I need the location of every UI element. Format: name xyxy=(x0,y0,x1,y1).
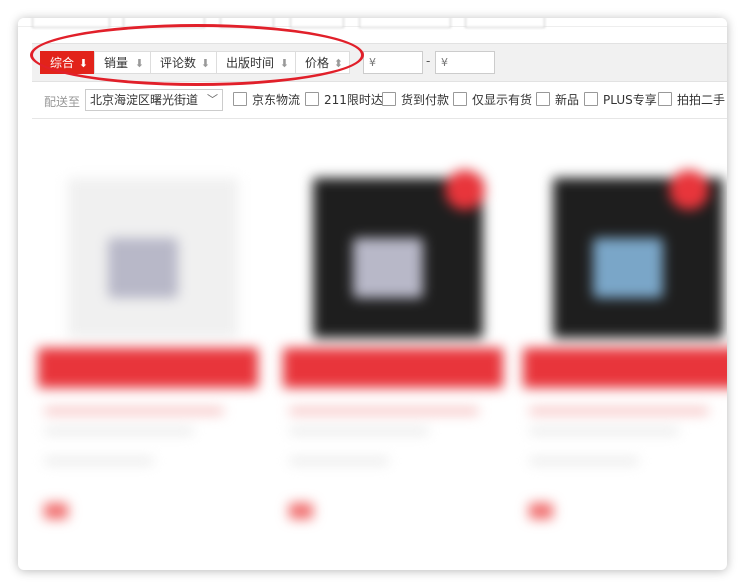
checkbox-cash-on-delivery[interactable]: 货到付款 xyxy=(382,92,449,108)
checkbox-box[interactable] xyxy=(584,92,598,106)
sort-sales-button[interactable]: 销量 ⬇ xyxy=(94,51,151,74)
chevron-down-icon: ﹀ xyxy=(207,93,218,106)
checkbox-jd-logistics[interactable]: 京东物流 xyxy=(233,92,300,108)
checkbox-box[interactable] xyxy=(658,92,672,106)
blurred-filter-tab[interactable] xyxy=(32,18,110,28)
product-meta-placeholder xyxy=(44,458,154,464)
product-promo-band xyxy=(283,348,503,388)
blurred-top-filter-strip xyxy=(18,18,727,28)
price-range-separator: - xyxy=(426,54,431,68)
blurred-filter-tab[interactable] xyxy=(220,18,274,28)
product-title-placeholder xyxy=(289,408,479,414)
checkbox-211-delivery[interactable]: 211限时达 xyxy=(305,92,383,108)
filter-row: 配送至 北京海淀区曙光街道 ﹀ 京东物流 211限时达 货到付款 仅显示有货 新… xyxy=(32,82,727,119)
product-promo-band xyxy=(523,348,727,388)
product-meta-placeholder xyxy=(529,458,639,464)
checkbox-plus-exclusive[interactable]: PLUS专享 xyxy=(584,92,657,108)
sort-default-label: 综合 xyxy=(50,56,75,70)
product-grid-blurred xyxy=(18,158,727,570)
arrow-down-icon: ⬇ xyxy=(78,57,88,70)
arrow-down-icon: ⬇ xyxy=(279,57,289,70)
checkbox-box[interactable] xyxy=(233,92,247,106)
arrow-down-icon: ⬇ xyxy=(200,57,210,70)
sort-bar: 综合 ⬇ 销量 ⬇ 评论数 ⬇ 出版时间 ⬇ 价格 ⬍ - xyxy=(32,43,727,82)
checkbox-label: 京东物流 xyxy=(252,93,301,107)
blurred-filter-tab[interactable] xyxy=(465,18,545,28)
checkbox-new-product[interactable]: 新品 xyxy=(536,92,579,108)
checkbox-label: 货到付款 xyxy=(401,93,450,107)
sort-comments-button[interactable]: 评论数 ⬇ xyxy=(150,51,217,74)
sort-default-button[interactable]: 综合 ⬇ xyxy=(40,51,95,74)
checkbox-box[interactable] xyxy=(453,92,467,106)
arrow-down-icon: ⬇ xyxy=(134,57,144,70)
price-min-input[interactable] xyxy=(363,51,423,74)
sort-price-label: 价格 xyxy=(305,56,330,70)
checkbox-label: PLUS专享 xyxy=(603,93,657,107)
price-max-input[interactable] xyxy=(435,51,495,74)
blurred-filter-tab[interactable] xyxy=(123,18,205,28)
checkbox-box[interactable] xyxy=(305,92,319,106)
checkbox-label: 仅显示有货 xyxy=(472,93,533,107)
product-title-placeholder xyxy=(44,428,194,434)
product-title-placeholder xyxy=(44,408,224,414)
product-badge xyxy=(529,503,553,519)
checkbox-label: 拍拍二手 xyxy=(677,93,726,107)
product-meta-placeholder xyxy=(289,458,389,464)
product-card[interactable] xyxy=(38,158,258,558)
product-title-placeholder xyxy=(529,408,709,414)
sort-sales-label: 销量 xyxy=(104,56,129,70)
screenshot-card: 综合 ⬇ 销量 ⬇ 评论数 ⬇ 出版时间 ⬇ 价格 ⬍ - 配送至 北京海淀区曙… xyxy=(18,18,727,570)
sort-up-down-icon: ⬍ xyxy=(333,57,343,70)
region-value: 北京海淀区曙光街道 xyxy=(90,93,199,107)
checkbox-used-items[interactable]: 拍拍二手 xyxy=(658,92,725,108)
checkbox-box[interactable] xyxy=(382,92,396,106)
product-title-placeholder xyxy=(289,428,429,434)
blurred-filter-tab[interactable] xyxy=(290,18,344,28)
product-promo-band xyxy=(38,348,258,388)
product-card[interactable] xyxy=(283,158,503,558)
checkbox-label: 新品 xyxy=(555,93,580,107)
region-select[interactable]: 北京海淀区曙光街道 ﹀ xyxy=(85,89,223,111)
checkbox-label: 211限时达 xyxy=(324,93,383,107)
product-badge xyxy=(44,503,68,519)
product-title-placeholder xyxy=(529,428,679,434)
product-corner-tag xyxy=(445,170,485,210)
sort-publish-date-button[interactable]: 出版时间 ⬇ xyxy=(216,51,296,74)
product-image[interactable] xyxy=(68,178,238,338)
product-card[interactable] xyxy=(523,158,727,558)
checkbox-box[interactable] xyxy=(536,92,550,106)
sort-comments-label: 评论数 xyxy=(160,56,197,70)
blurred-filter-tab[interactable] xyxy=(359,18,451,28)
sort-publish-date-label: 出版时间 xyxy=(226,56,275,70)
checkbox-in-stock-only[interactable]: 仅显示有货 xyxy=(453,92,532,108)
product-corner-tag xyxy=(669,170,709,210)
product-badge xyxy=(289,503,313,519)
deliver-to-label: 配送至 xyxy=(44,95,81,109)
sort-price-button[interactable]: 价格 ⬍ xyxy=(295,51,350,74)
